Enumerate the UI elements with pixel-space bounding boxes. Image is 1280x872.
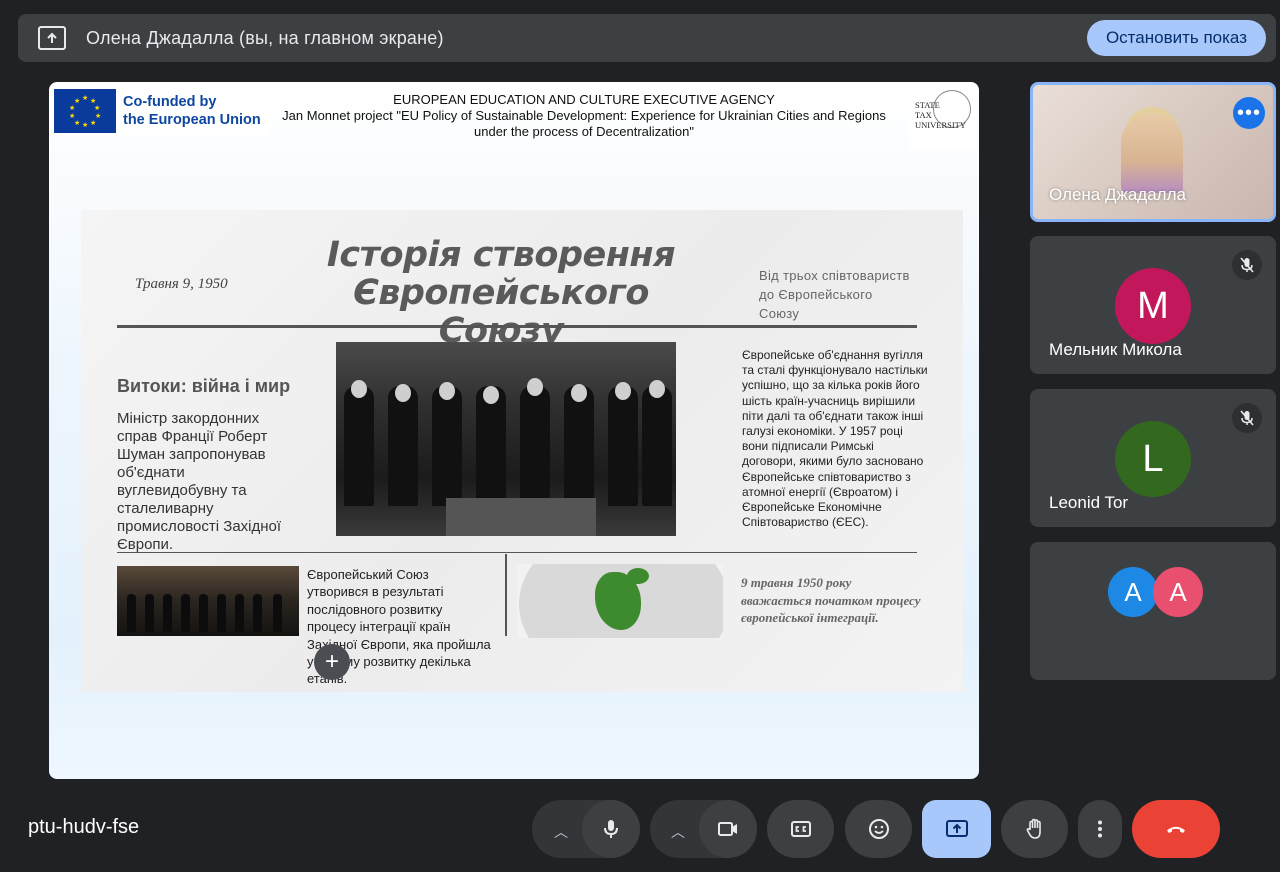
state-tax-university-logo: STATE TAX UNIVERSITY (909, 84, 977, 150)
eu-cofunded-logo: ★ ★ ★ ★ ★ ★ ★ ★ ★ ★ Co-funded by the European U… (52, 85, 270, 137)
participant-name: Leonid Tor (1049, 493, 1129, 512)
eu-flag-icon: ★ ★ ★ ★ ★ ★ ★ ★ ★ ★ (54, 89, 116, 133)
hand-icon (1026, 818, 1041, 839)
presenting-banner: Олена Джадалла (вы, на главном экране) О… (18, 14, 1276, 62)
camera-options-chevron-icon[interactable]: ︿ (671, 822, 685, 842)
participant-tile-self[interactable]: ••• Олена Джадалла (1030, 82, 1276, 222)
agency-title: EUROPEAN EDUCATION AND CULTURE EXECUTIVE… (393, 92, 775, 107)
divider (117, 552, 917, 553)
camera-icon (718, 822, 737, 836)
raise-hand-button[interactable] (1001, 800, 1068, 858)
emoji-icon (868, 819, 889, 839)
mic-options-chevron-icon[interactable]: ︿ (554, 822, 568, 842)
participant-tile-others[interactable]: A A (1030, 542, 1276, 680)
microphone-icon (604, 820, 618, 838)
newspaper-subtitle: Від трьох співтовариств до Європейського С… (759, 268, 910, 321)
participant-tile[interactable]: L Leonid Tor (1030, 389, 1276, 527)
avatar: A (1153, 567, 1203, 617)
slide-header: EUROPEAN EDUCATION AND CULTURE EXECUTIVE… (279, 92, 889, 140)
avatar: A (1108, 567, 1158, 617)
more-vert-icon (1098, 820, 1102, 838)
present-screen-icon (38, 26, 66, 50)
europe-map-image (517, 564, 723, 638)
more-options-button[interactable] (1078, 800, 1122, 858)
add-button[interactable]: + (314, 644, 350, 680)
historic-photo-signing (336, 342, 676, 536)
avatar: M (1115, 268, 1191, 344)
section-paragraph-schuman: Міністр закордонних справ Франції Роберт… (117, 410, 282, 553)
present-screen-icon (945, 820, 968, 837)
historic-photo-group (117, 566, 299, 636)
section-heading: Витоки: війна і мир (117, 376, 291, 396)
mic-off-icon (1232, 403, 1262, 433)
shared-screen: ★ ★ ★ ★ ★ ★ ★ ★ ★ ★ Co-funded by the European U… (49, 82, 979, 779)
divider (505, 554, 507, 636)
end-call-icon (1167, 826, 1185, 833)
leave-call-button[interactable] (1132, 800, 1220, 858)
participant-video (1121, 113, 1183, 193)
eu-logo-text: Co-funded by the European Union (123, 94, 261, 128)
mic-off-icon (1232, 250, 1262, 280)
microphone-button[interactable] (582, 800, 640, 858)
reactions-button[interactable] (845, 800, 912, 858)
newspaper-slide: Травня 9, 1950 Історія створення Європей… (81, 210, 963, 692)
present-screen-button[interactable] (922, 800, 991, 858)
newspaper-date: Травня 9, 1950 (135, 276, 228, 292)
project-title: Jan Monnet project "EU Policy of Sustain… (282, 108, 886, 139)
stop-presenting-button[interactable]: Остановить показ (1086, 20, 1266, 56)
avatar: L (1115, 421, 1191, 497)
participant-tile[interactable]: M Мельник Микола (1030, 236, 1276, 374)
participant-name: Мельник Микола (1049, 340, 1182, 359)
newspaper-title: Історія створення Європейського Союзу (326, 235, 676, 351)
quote-text: 9 травня 1950 року вважається початком п… (741, 575, 921, 625)
section-paragraph-treaties: Європейське об'єднання вугілля та сталі … (742, 348, 928, 530)
participant-name: Олена Джадалла (1049, 185, 1186, 204)
divider (117, 325, 917, 328)
meeting-code: ptu-hudv-fse (28, 816, 140, 838)
more-options-icon[interactable]: ••• (1233, 97, 1265, 129)
camera-button[interactable] (699, 800, 757, 858)
captions-button[interactable] (767, 800, 834, 858)
captions-icon (790, 821, 811, 837)
presenting-text: Олена Джадалла (вы, на главном экране) (86, 27, 444, 48)
